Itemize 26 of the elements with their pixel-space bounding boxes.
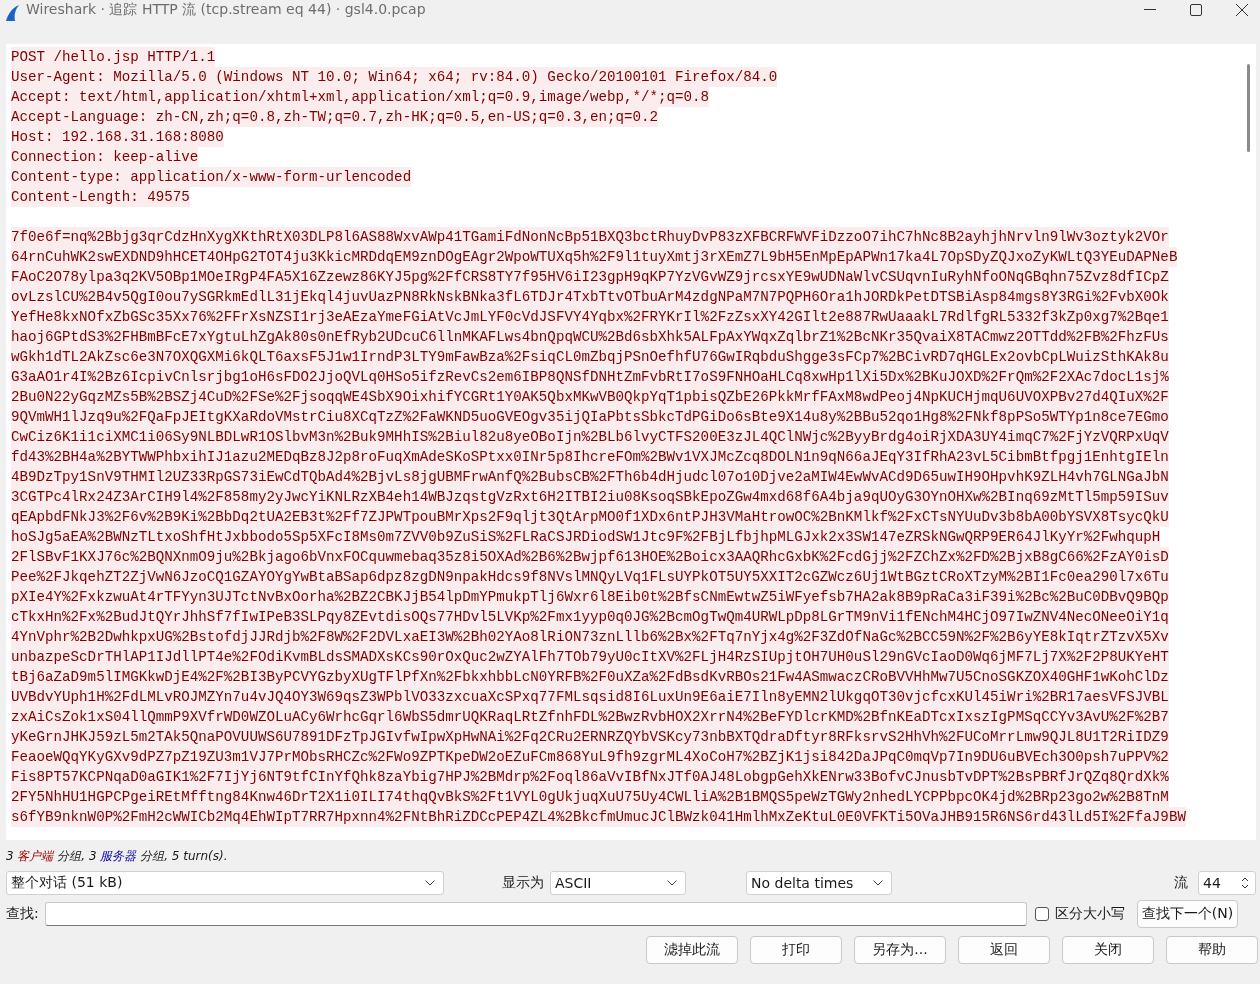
show-as-dropdown[interactable]: ASCII <box>550 871 686 895</box>
caret-icon[interactable] <box>425 880 435 886</box>
find-field[interactable] <box>44 902 1027 926</box>
summary-text: 3 客户端 分组, 3 服务器 分组, 5 turn(s). <box>5 848 229 865</box>
shark-fin-icon <box>4 4 20 22</box>
close-icon[interactable] <box>1236 4 1248 16</box>
delta-dropdown[interactable]: No delta times <box>746 871 892 895</box>
stream-label: 流 <box>1174 874 1188 892</box>
window-title: Wireshark · 追踪 HTTP 流 (tcp.stream eq 44) · gsl4.0.pcap <box>26 1 426 19</box>
show-as-label: 显示为 <box>502 874 544 892</box>
dialog-button[interactable]: 另存为... <box>854 936 946 964</box>
caret-icon[interactable] <box>667 880 677 886</box>
find-label: 查找: <box>6 905 39 923</box>
maximize-icon[interactable] <box>1190 4 1202 16</box>
dialog-button[interactable]: 关闭 <box>1062 936 1154 964</box>
minimize-icon[interactable] <box>1144 9 1156 11</box>
dialog-button[interactable]: 打印 <box>750 936 842 964</box>
dialog-button[interactable]: 滤掉此流 <box>646 936 738 964</box>
dialog-button[interactable]: 返回 <box>958 936 1050 964</box>
caret-icon[interactable] <box>873 880 883 886</box>
case-sensitive-checkbox[interactable]: 区分大小写 <box>1034 905 1125 923</box>
stream-spinbox[interactable]: 44 <box>1198 871 1256 895</box>
spin-arrows-icon[interactable] <box>1241 875 1249 891</box>
dialog-button[interactable]: 帮助 <box>1166 936 1258 964</box>
conversation-dropdown[interactable]: 整个对话 (51 kB) <box>6 871 444 895</box>
find-next-button[interactable]: 查找下一个(N) <box>1136 900 1239 928</box>
